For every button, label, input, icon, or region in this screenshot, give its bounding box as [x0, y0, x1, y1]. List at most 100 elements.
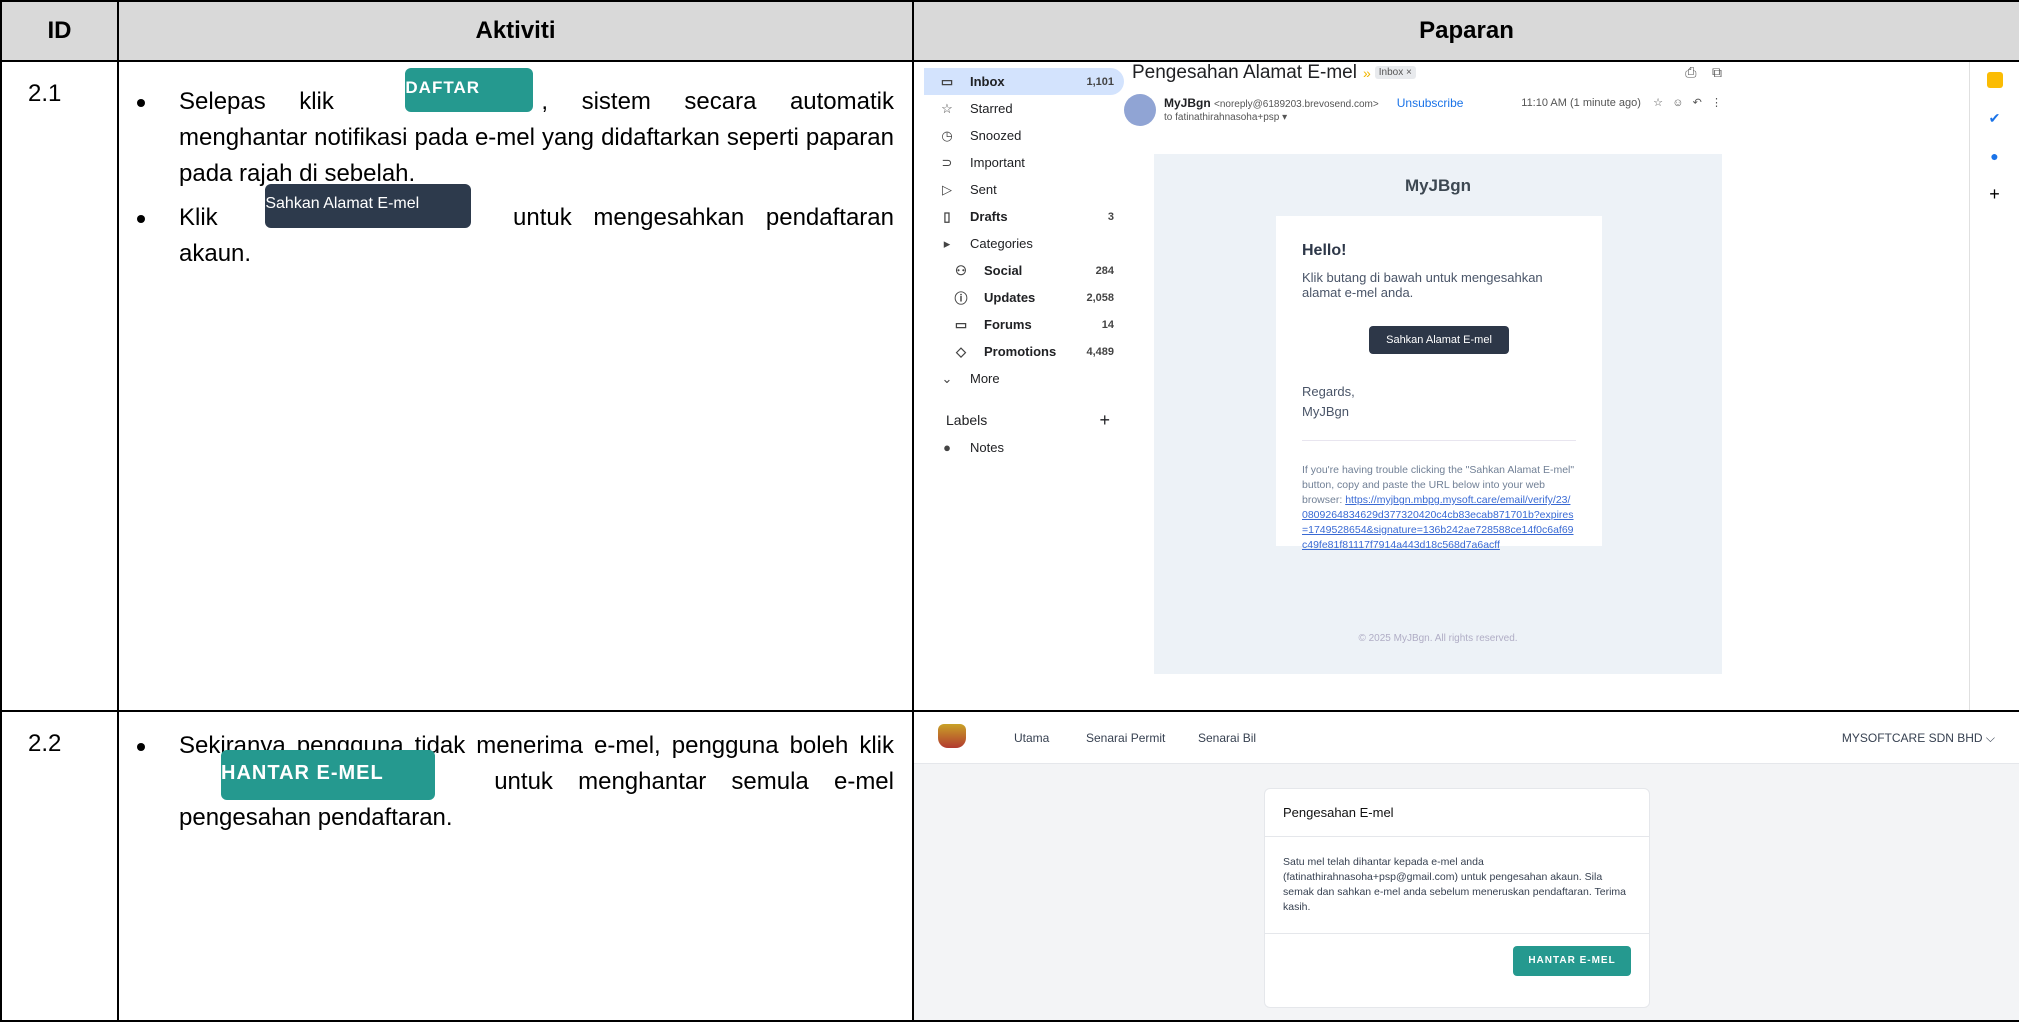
list-item: Klik Sahkan Alamat E-mel untuk mengesahk…: [137, 184, 894, 272]
star-icon: ☆: [941, 100, 953, 116]
gmail-screenshot: ▭ Inbox 1,101 ☆ Starred ◷ Snoozed ⊃ Important…: [912, 60, 2019, 712]
sidebar-item-drafts[interactable]: ▯ Drafts 3: [924, 203, 1124, 230]
inbox-icon: ▭: [940, 73, 954, 89]
important-marker-icon: »: [1362, 65, 1371, 81]
forum-icon: ▭: [954, 316, 968, 332]
sidebar-item-promotions[interactable]: ◇ Promotions 4,489: [924, 338, 1124, 365]
star-icon[interactable]: ☆: [1653, 97, 1663, 109]
label: Social: [984, 263, 1023, 278]
card-body: Satu mel telah dihantar kepada e-mel and…: [1265, 837, 1649, 934]
top-nav: Utama Senarai Permit Senarai Bil MYSOFTC…: [915, 713, 2018, 764]
recipient-line[interactable]: to fatinathirahnasoha+psp ▾: [1164, 112, 1287, 123]
open-new-window-icon[interactable]: ⧉: [1712, 64, 1722, 80]
trouble-text: If you're having trouble clicking the "S…: [1302, 463, 1576, 553]
unsubscribe-link[interactable]: Unsubscribe: [1397, 96, 1464, 110]
email-subject: Pengesahan Alamat E-mel » Inbox ×: [1132, 62, 1416, 84]
print-icon[interactable]: ⎙: [1685, 64, 1696, 80]
count: 4,489: [1086, 345, 1114, 358]
email-greeting: Hello!: [1302, 242, 1347, 259]
tag-icon: ◇: [956, 343, 966, 359]
activity-cell: Sekiranya pengguna tidak menerima e-mel,…: [117, 710, 914, 1022]
nav-link-utama[interactable]: Utama: [1014, 731, 1049, 745]
list-item: Selepas klik DAFTAR, sistem secara autom…: [137, 68, 894, 192]
text: Klik: [179, 204, 218, 231]
count: 2,058: [1086, 291, 1114, 304]
sidebar-item-categories[interactable]: ▸ Categories: [924, 230, 1124, 257]
list-item: Sekiranya pengguna tidak menerima e-mel,…: [137, 728, 894, 836]
resend-email-button[interactable]: HANTAR E-MEL: [1513, 946, 1631, 976]
sidebar-item-more[interactable]: ⌄ More: [924, 365, 1124, 392]
add-label-icon[interactable]: +: [1099, 410, 1110, 431]
subject-text: Pengesahan Alamat E-mel: [1132, 62, 1357, 83]
reply-icon[interactable]: ↶: [1693, 97, 1702, 109]
verify-email-button[interactable]: Sahkan Alamat E-mel: [1369, 326, 1509, 354]
label: Inbox: [970, 74, 1005, 89]
verification-card: Pengesahan E-mel Satu mel telah dihantar…: [1264, 788, 1650, 1008]
avatar: [1124, 94, 1156, 126]
sidebar-item-social[interactable]: ⚇ Social 284: [924, 257, 1124, 284]
divider: [1302, 440, 1576, 441]
sidebar-item-inbox[interactable]: ▭ Inbox 1,101: [924, 68, 1124, 95]
email-footer: © 2025 MyJBgn. All rights reserved.: [1358, 633, 1518, 644]
label: Categories: [970, 236, 1033, 251]
label: Starred: [970, 101, 1013, 116]
sidebar-item-snoozed[interactable]: ◷ Snoozed: [924, 122, 1124, 149]
label: Snoozed: [970, 128, 1022, 143]
header-display: Paparan: [912, 0, 2019, 62]
web-screenshot: Utama Senarai Permit Senarai Bil MYSOFTC…: [912, 710, 2019, 1022]
info-icon: ⓘ: [954, 291, 968, 306]
label: Promotions: [984, 344, 1057, 359]
email-brand: MyJBgn: [1404, 176, 1472, 195]
sidebar-item-notes[interactable]: ● Notes: [924, 434, 1124, 461]
count: 3: [1107, 210, 1114, 223]
label: More: [970, 371, 1000, 386]
sidebar-item-updates[interactable]: ⓘ Updates 2,058: [924, 284, 1124, 311]
crest-logo: [938, 724, 966, 748]
chevron-down-icon: ⌄: [941, 370, 953, 386]
email-card: Hello! Klik butang di bawah untuk menges…: [1276, 216, 1602, 551]
count: 284: [1095, 264, 1114, 277]
header-activity: Aktiviti: [117, 0, 914, 62]
email-actions: ⎙ ⧉: [1685, 64, 1722, 81]
contacts-icon[interactable]: ●: [1987, 148, 2003, 164]
inbox-tag[interactable]: Inbox ×: [1374, 66, 1416, 79]
label-icon: ▸: [943, 235, 951, 251]
label: Sent: [970, 182, 997, 197]
keep-icon[interactable]: [1986, 72, 2003, 88]
sender-name: MyJBgn: [1164, 96, 1211, 110]
daftar-button-image: DAFTAR: [405, 68, 534, 112]
email-body: MyJBgn Hello! Klik butang di bawah untuk…: [1154, 154, 1722, 674]
company-menu[interactable]: MYSOFTCARE SDN BHD ⌵: [1842, 731, 1995, 746]
card-title: Pengesahan E-mel: [1265, 789, 1649, 837]
label: Important: [970, 155, 1025, 170]
labels-heading: Labels: [946, 412, 988, 428]
emoji-icon[interactable]: ☺: [1672, 97, 1683, 109]
email-meta: 11:10 AM (1 minute ago) ☆ ☺ ↶ ⋮: [1521, 96, 1722, 109]
count: 1,101: [1086, 75, 1114, 88]
card-footer: HANTAR E-MEL: [1265, 934, 1649, 990]
email-view: Pengesahan Alamat E-mel » Inbox × ⎙ ⧉ MyJB…: [1124, 62, 1722, 709]
sidebar-item-forums[interactable]: ▭ Forums 14: [924, 311, 1124, 338]
label: Forums: [984, 317, 1032, 332]
text: Selepas klik: [179, 88, 334, 115]
side-panel: ✔ ● +: [1969, 63, 2018, 709]
add-addon-icon[interactable]: +: [1987, 185, 2003, 203]
nav-link-senarai-permit[interactable]: Senarai Permit: [1086, 731, 1165, 745]
gmail-sidebar: ▭ Inbox 1,101 ☆ Starred ◷ Snoozed ⊃ Important…: [924, 68, 1124, 461]
email-message: Klik butang di bawah untuk mengesahkan a…: [1302, 270, 1543, 300]
label: Drafts: [970, 209, 1008, 224]
tasks-icon[interactable]: ✔: [1987, 110, 2003, 126]
count: 14: [1101, 318, 1114, 331]
more-icon[interactable]: ⋮: [1711, 97, 1722, 109]
clock-icon: ◷: [941, 127, 953, 143]
nav-link-senarai-bil[interactable]: Senarai Bil: [1198, 731, 1256, 745]
important-icon: ⊃: [941, 154, 953, 170]
sidebar-item-sent[interactable]: ▷ Sent: [924, 176, 1124, 203]
sidebar-item-important[interactable]: ⊃ Important: [924, 149, 1124, 176]
row-id: 2.2: [0, 710, 119, 1022]
sidebar-item-starred[interactable]: ☆ Starred: [924, 95, 1124, 122]
draft-icon: ▯: [943, 208, 951, 224]
procedure-table: ID Aktiviti Paparan 2.1 Selepas klik DAF…: [0, 0, 2019, 1022]
send-icon: ▷: [942, 181, 952, 197]
people-icon: ⚇: [955, 262, 967, 278]
